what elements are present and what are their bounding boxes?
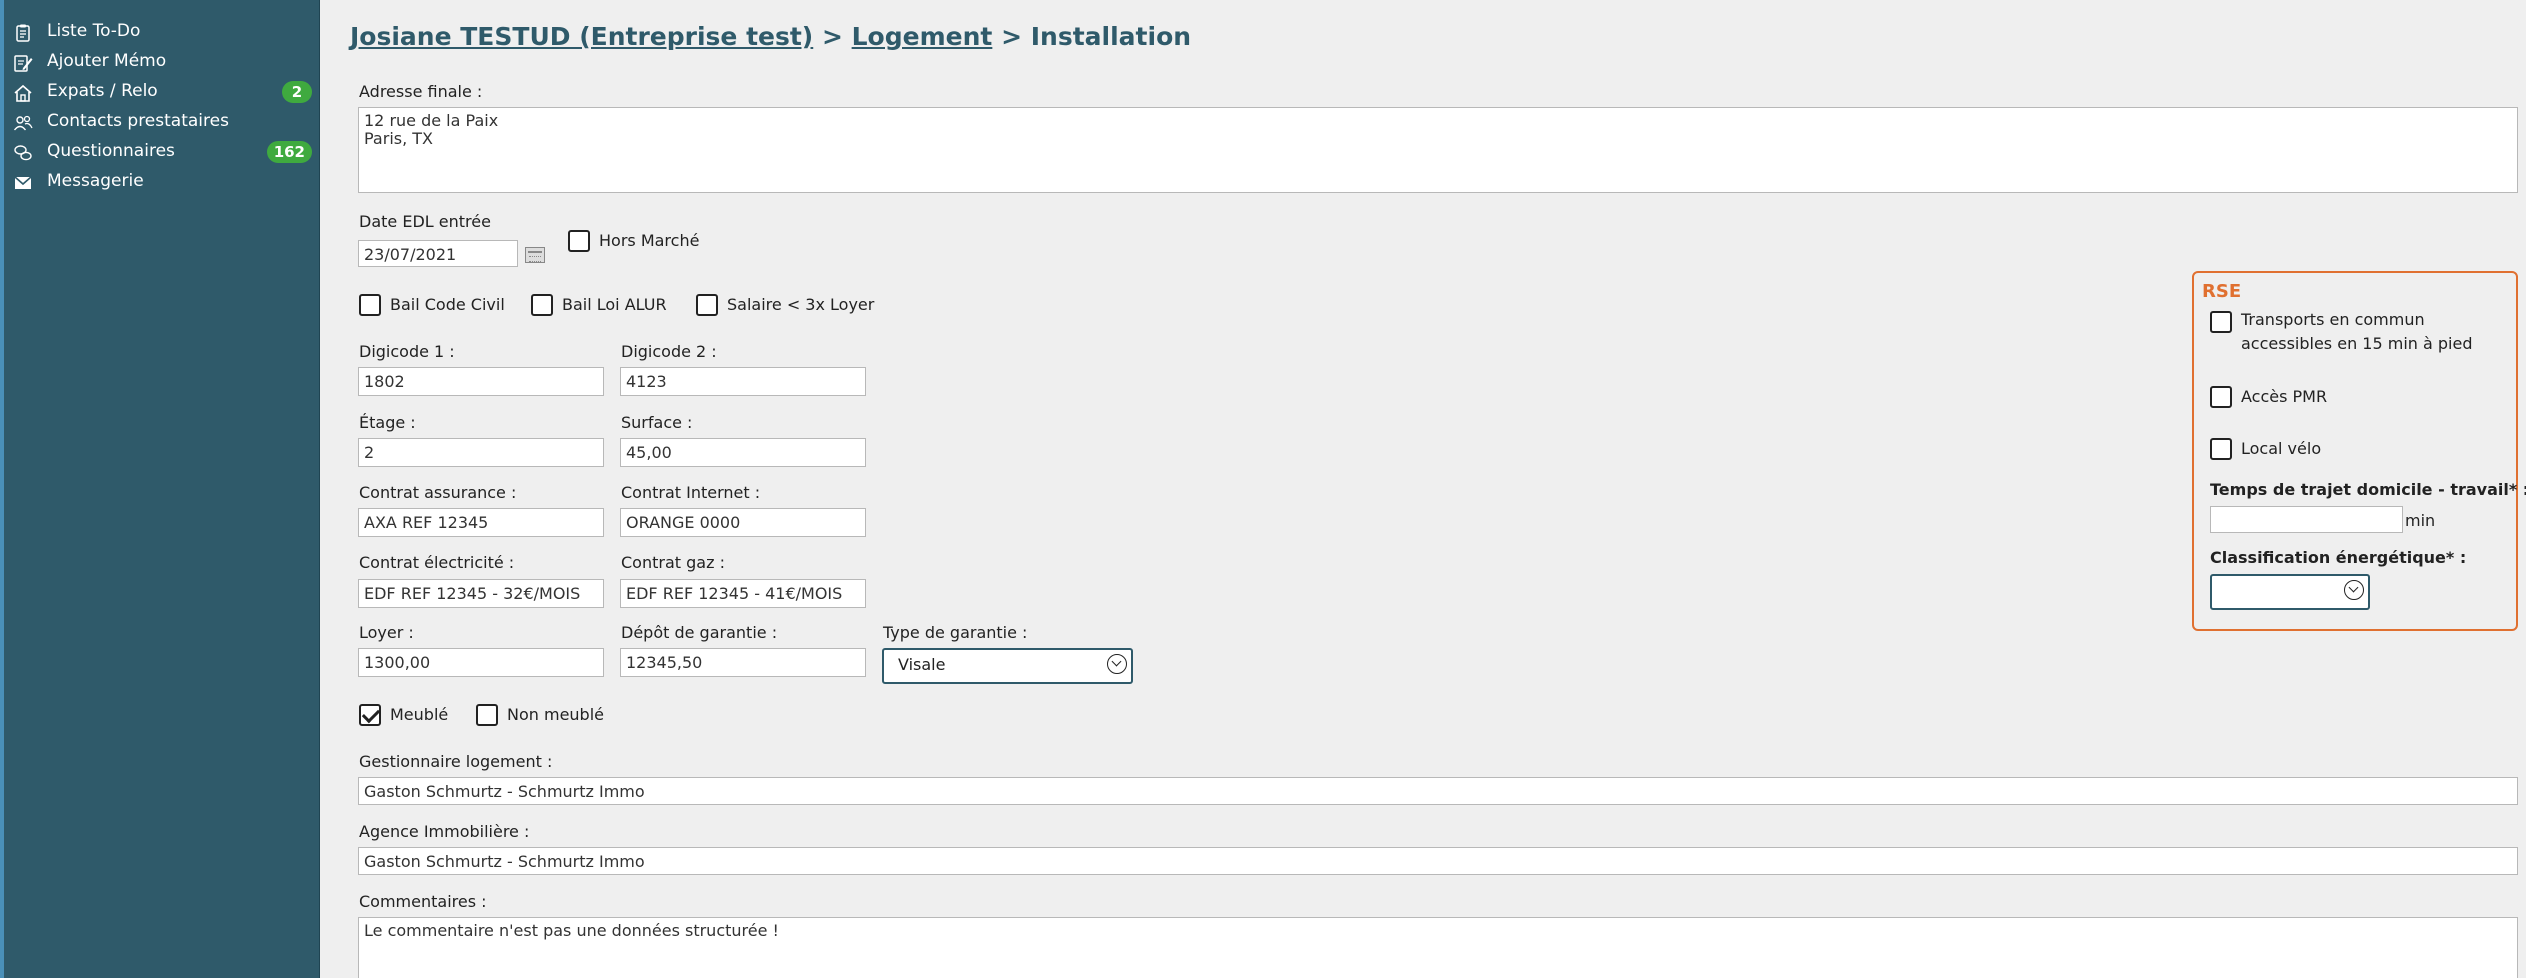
gestionnaire-label: Gestionnaire logement : xyxy=(359,752,553,771)
sidebar-item-label: Ajouter Mémo xyxy=(47,51,167,71)
home-icon xyxy=(12,82,34,104)
bail-code-civil-label: Bail Code Civil xyxy=(390,295,505,314)
internet-label: Contrat Internet : xyxy=(621,483,761,502)
velo-label: Local vélo xyxy=(2241,439,2322,458)
commentaires-text: Le commentaire n'est pas une données str… xyxy=(364,921,779,940)
etage-input[interactable]: 2 xyxy=(358,438,604,467)
sidebar-item-memo[interactable]: Ajouter Mémo xyxy=(4,47,320,77)
mail-icon xyxy=(12,172,34,194)
sidebar-item-label: Messagerie xyxy=(47,171,144,191)
loyer-label: Loyer : xyxy=(359,623,414,642)
electricite-input[interactable]: EDF REF 12345 - 32€/MOIS xyxy=(358,579,604,608)
hors-marche-label: Hors Marché xyxy=(599,231,700,250)
count-badge: 162 xyxy=(266,141,312,163)
sidebar: Liste To-Do Ajouter Mémo Expats / Relo 2… xyxy=(0,0,320,978)
salaire-label: Salaire < 3x Loyer xyxy=(727,295,875,314)
meuble-checkbox[interactable] xyxy=(359,704,381,726)
surface-label: Surface : xyxy=(621,413,693,432)
velo-checkbox[interactable] xyxy=(2210,438,2232,460)
sidebar-item-expats[interactable]: Expats / Relo 2 xyxy=(4,77,320,107)
type-garantie-label: Type de garantie : xyxy=(883,623,1028,642)
sidebar-item-label: Contacts prestataires xyxy=(47,111,229,131)
sidebar-item-label: Expats / Relo xyxy=(47,81,158,101)
adresse-line: 12 rue de la Paix xyxy=(364,111,499,130)
depot-label: Dépôt de garantie : xyxy=(621,623,778,642)
etage-label: Étage : xyxy=(359,413,416,432)
sidebar-item-questionnaires[interactable]: Questionnaires 162 xyxy=(4,137,320,167)
sidebar-item-label: Questionnaires xyxy=(47,141,175,161)
pmr-label: Accès PMR xyxy=(2241,387,2328,406)
hors-marche-checkbox[interactable] xyxy=(568,230,590,252)
gaz-label: Contrat gaz : xyxy=(621,553,725,572)
type-garantie-value: Visale xyxy=(898,655,946,674)
trajet-unit: min xyxy=(2405,511,2436,530)
digicode2-label: Digicode 2 : xyxy=(621,342,717,361)
salaire-checkbox[interactable] xyxy=(696,294,718,316)
trajet-label: Temps de trajet domicile - travail* : xyxy=(2210,480,2526,499)
contacts-icon xyxy=(12,112,34,134)
sidebar-item-contacts[interactable]: Contacts prestataires xyxy=(4,107,320,137)
depot-input[interactable]: 12345,50 xyxy=(620,648,866,677)
gaz-input[interactable]: EDF REF 12345 - 41€/MOIS xyxy=(620,579,866,608)
agence-label: Agence Immobilière : xyxy=(359,822,530,841)
chat-bubbles-icon xyxy=(12,142,34,164)
classification-select[interactable] xyxy=(2210,574,2370,610)
breadcrumb-separator: > xyxy=(821,22,843,51)
calendar-icon[interactable] xyxy=(525,247,545,263)
clipboard-list-icon xyxy=(12,22,34,44)
assurance-input[interactable]: AXA REF 12345 xyxy=(358,508,604,537)
breadcrumb-section-link[interactable]: Logement xyxy=(852,22,993,51)
chevron-down-icon xyxy=(2344,580,2364,600)
assurance-label: Contrat assurance : xyxy=(359,483,517,502)
breadcrumb-client-link[interactable]: Josiane TESTUD (Entreprise test) xyxy=(350,22,813,51)
bail-loi-alur-label: Bail Loi ALUR xyxy=(562,295,667,314)
adresse-field[interactable]: 12 rue de la Paix Paris, TX xyxy=(358,107,2518,193)
digicode1-label: Digicode 1 : xyxy=(359,342,455,361)
pmr-checkbox[interactable] xyxy=(2210,386,2232,408)
breadcrumb: Josiane TESTUD (Entreprise test) > Logem… xyxy=(350,22,1191,51)
surface-input[interactable]: 45,00 xyxy=(620,438,866,467)
agence-input[interactable]: Gaston Schmurtz - Schmurtz Immo xyxy=(358,847,2518,875)
trajet-input[interactable] xyxy=(2210,506,2403,533)
loyer-input[interactable]: 1300,00 xyxy=(358,648,604,677)
classification-label: Classification énergétique* : xyxy=(2210,548,2467,567)
transports-label-line1: Transports en commun xyxy=(2241,310,2425,329)
digicode1-input[interactable]: 1802 xyxy=(358,367,604,396)
date-edl-label: Date EDL entrée xyxy=(359,212,491,231)
date-edl-input[interactable]: 23/07/2021 xyxy=(358,240,518,267)
gestionnaire-input[interactable]: Gaston Schmurtz - Schmurtz Immo xyxy=(358,777,2518,805)
non-meuble-checkbox[interactable] xyxy=(476,704,498,726)
sidebar-item-label: Liste To-Do xyxy=(47,21,141,41)
commentaires-label: Commentaires : xyxy=(359,892,487,911)
bail-loi-alur-checkbox[interactable] xyxy=(531,294,553,316)
adresse-label: Adresse finale : xyxy=(359,82,483,101)
breadcrumb-separator: > xyxy=(1001,22,1023,51)
sidebar-item-todo[interactable]: Liste To-Do xyxy=(4,17,320,47)
internet-input[interactable]: ORANGE 0000 xyxy=(620,508,866,537)
non-meuble-label: Non meublé xyxy=(507,705,604,724)
transports-checkbox[interactable] xyxy=(2210,311,2232,333)
chevron-down-icon xyxy=(1107,654,1127,674)
bail-code-civil-checkbox[interactable] xyxy=(359,294,381,316)
commentaires-field[interactable]: Le commentaire n'est pas une données str… xyxy=(358,917,2518,978)
digicode2-input[interactable]: 4123 xyxy=(620,367,866,396)
edit-note-icon xyxy=(12,52,34,74)
breadcrumb-current: Installation xyxy=(1030,22,1192,51)
electricite-label: Contrat électricité : xyxy=(359,553,515,572)
sidebar-item-messagerie[interactable]: Messagerie xyxy=(4,167,320,197)
rse-title: RSE xyxy=(2202,281,2242,302)
type-garantie-select[interactable]: Visale xyxy=(882,648,1133,684)
meuble-label: Meublé xyxy=(390,705,449,724)
transports-label-line2: accessibles en 15 min à pied xyxy=(2241,334,2473,353)
count-badge: 2 xyxy=(282,81,312,103)
adresse-line: Paris, TX xyxy=(364,129,433,148)
